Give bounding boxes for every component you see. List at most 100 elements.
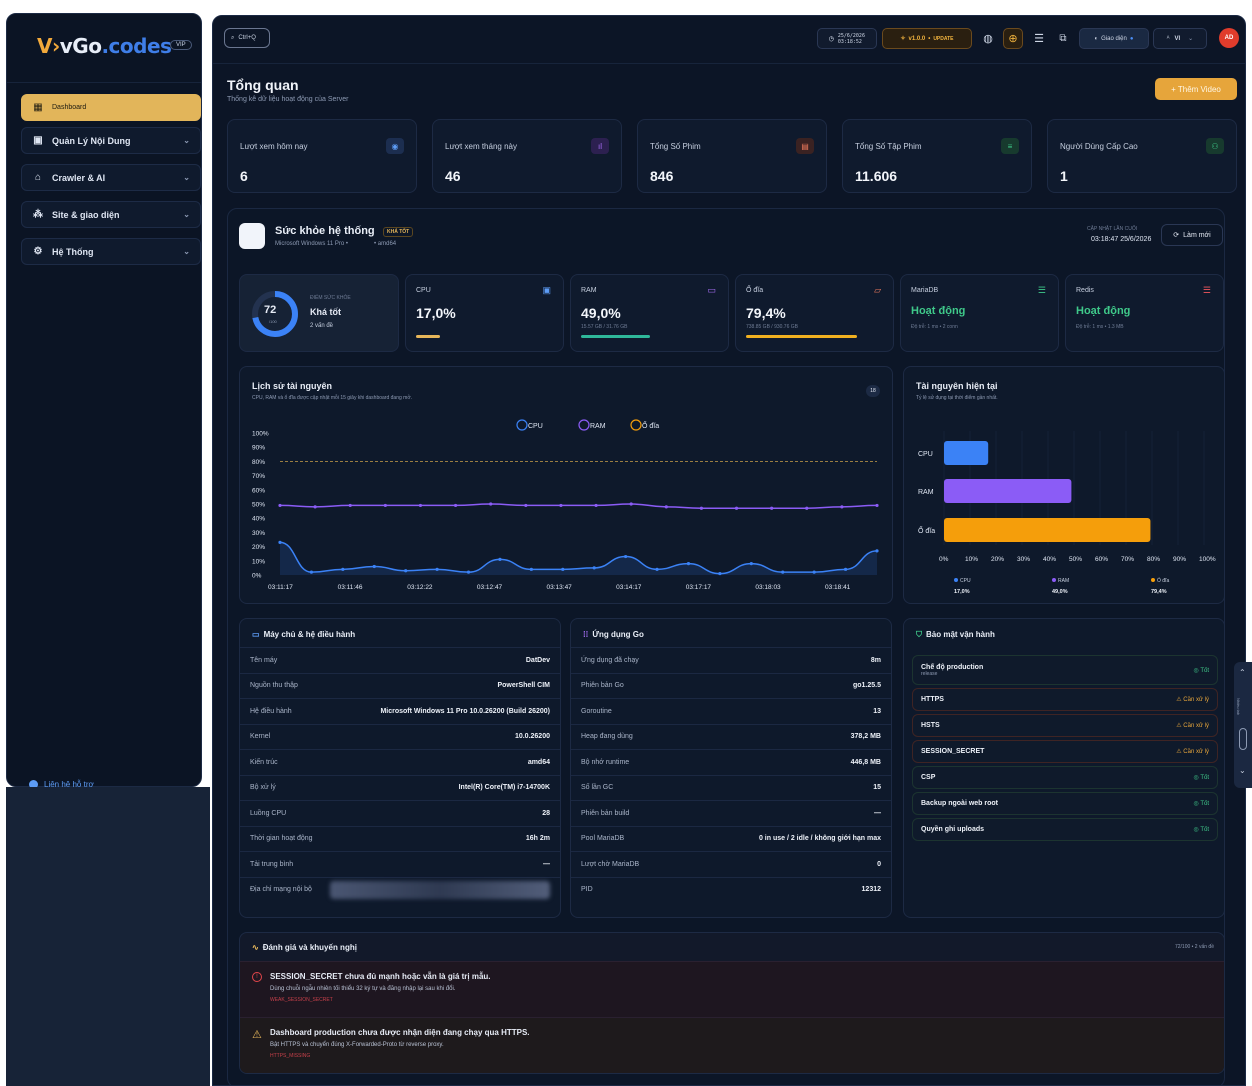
- security-item: CSP ◎ Tốt: [912, 766, 1218, 789]
- x-tick-label: 03:17:17: [686, 584, 712, 591]
- add-circle-icon[interactable]: ⊕: [1003, 28, 1023, 49]
- x-tick-label: 10%: [965, 556, 978, 563]
- row-value: —: [543, 860, 550, 868]
- x-tick-label: 03:14:17: [616, 584, 642, 591]
- y-tick-label: 100%: [252, 431, 269, 438]
- chip-icon: ⁞⁞: [583, 630, 589, 639]
- current-resource-panel: Tài nguyên hiện tại Tỷ lệ sử dụng tại th…: [903, 366, 1225, 604]
- row-key: Heap đang dùng: [581, 733, 633, 740]
- row-value: —: [874, 809, 881, 817]
- robot-icon: ⌂: [34, 172, 42, 183]
- disk-card: Ổ đĩa 79,4% 738.85 GB / 930.76 GB ▱: [735, 274, 894, 352]
- search-button[interactable]: ⌕ Ctrl+Q: [224, 28, 270, 48]
- go-app-row: Goroutine 13: [571, 698, 891, 723]
- chevron-down-icon: ⌄: [183, 210, 190, 219]
- bar-1: [944, 479, 1072, 503]
- warning-status: ⚠ Cần xử lý: [1176, 723, 1209, 729]
- refresh-button[interactable]: ⟳ Làm mới: [1161, 224, 1223, 246]
- warning-status: ⚠ Cần xử lý: [1176, 749, 1209, 755]
- category-label: Ổ đĩa: [918, 526, 935, 535]
- row-value: 28: [542, 809, 550, 817]
- row-key: Nguồn thu thập: [250, 682, 298, 689]
- data-point: [466, 570, 471, 574]
- windows-icon: [239, 223, 265, 249]
- sidebar-item-site[interactable]: ⁂ Site & giao diện ⌄: [21, 201, 201, 228]
- data-point: [629, 502, 633, 506]
- security-item: HSTS ⚠ Cần xử lý: [912, 714, 1218, 737]
- theme-button[interactable]: ◐ Giao diện ●: [1079, 28, 1149, 49]
- data-point: [561, 567, 565, 571]
- data-point: [843, 567, 848, 571]
- history-chart: CPU RAM Ổ đĩa 0% 10% 20% 30% 40% 50% 60% 70% 80% 90%…: [252, 419, 879, 591]
- data-point: [781, 570, 785, 574]
- data-point: [341, 567, 345, 571]
- side-scroll-widget[interactable]: ⌃ Nhiều tab ⌄: [1234, 662, 1252, 788]
- row-value: 446,8 MB: [850, 758, 881, 766]
- go-app-panel: ⁞⁞ Ứng dụng Go Ứng dụng đã chạy 8m Phiên bả…: [570, 618, 892, 918]
- data-point: [313, 505, 317, 509]
- security-item: Quyền ghi uploads ◎ Tốt: [912, 818, 1218, 841]
- toggle-switch[interactable]: [1239, 728, 1247, 750]
- sidebar-item-crawler[interactable]: ⌂ Crawler & AI ⌄: [21, 164, 201, 191]
- add-video-button[interactable]: + Thêm Video: [1155, 78, 1237, 100]
- ram-card: RAM 49,0% 15.57 GB / 31.76 GB ▭: [570, 274, 729, 352]
- data-point: [498, 557, 502, 561]
- film-icon: ▣: [33, 135, 43, 146]
- chevron-up-icon[interactable]: ⌃: [1239, 668, 1246, 677]
- clapper-icon: ▤: [796, 138, 814, 154]
- database-icon[interactable]: ☰: [1030, 28, 1048, 49]
- security-item: Backup ngoài web root ◎ Tốt: [912, 792, 1218, 815]
- security-title: ⛉ Bảo mật vận hành: [916, 630, 995, 639]
- recommendation-title: ∿ Đánh giá và khuyến nghị: [252, 943, 357, 952]
- refresh-icon: ⟳: [1173, 232, 1180, 239]
- sidebar-item-dashboard[interactable]: ▦ Dashboard: [21, 94, 201, 121]
- ram-usage-bar: [581, 335, 650, 338]
- x-tick-label: 90%: [1173, 556, 1186, 563]
- row-key: Tên máy: [250, 656, 278, 664]
- page-subtitle: Thống kê dữ liệu hoạt động của Server: [227, 96, 349, 103]
- external-link-icon[interactable]: ⧉: [1054, 28, 1072, 49]
- cpu-card: CPU 17,0% ▣: [405, 274, 564, 352]
- row-value: amd64: [527, 758, 550, 766]
- data-point: [348, 503, 352, 508]
- security-item: Chế độ production release ◎ Tốt: [912, 655, 1218, 685]
- row-value: 12312: [861, 886, 881, 893]
- data-point: [624, 554, 628, 559]
- data-point: [734, 506, 739, 510]
- server-info-row: Bộ xử lý Intel(R) Core(TM) i7-14700K: [240, 774, 560, 800]
- data-point: [594, 503, 598, 508]
- sidebar: V›vGo.codes VIP ▦ Dashboard ▣ Quản Lý Nội …: [6, 13, 202, 789]
- page-title: Tổng quan: [227, 77, 299, 93]
- x-tick-label: 03:12:47: [477, 584, 503, 591]
- row-key: Kernel: [250, 733, 271, 740]
- gear-icon: ⚙: [33, 246, 43, 257]
- data-point: [875, 503, 879, 508]
- avatar[interactable]: AD: [1219, 28, 1239, 48]
- data-point: [718, 571, 722, 576]
- eye-icon: ◉: [386, 138, 404, 154]
- main-content: ⌕ Ctrl+Q ◷ 25/6/2026 03:18:52 ✧ v1.0.0 • UPDAT…: [212, 15, 1246, 1086]
- server-info-row: Địa chỉ mạng nội bộ: [240, 876, 560, 902]
- row-value: 13: [873, 707, 881, 715]
- version-update-button[interactable]: ✧ v1.0.0 • UPDATE: [882, 28, 972, 49]
- row-key: Thời gian hoạt động: [250, 835, 313, 842]
- y-tick-label: 0%: [252, 573, 262, 580]
- sidebar-item-system[interactable]: ⚙ Hệ Thống ⌄: [21, 238, 201, 265]
- brand-logo[interactable]: V›vGo.codes: [37, 34, 172, 58]
- cpu-area: [280, 542, 877, 575]
- row-key: Luồng CPU: [250, 809, 287, 817]
- legend-value: 79,4%: [1151, 589, 1167, 595]
- row-value: [330, 880, 550, 899]
- legend-marker: [516, 419, 528, 431]
- multi-tab-label: Nhiều tab: [1236, 698, 1241, 716]
- globe-icon[interactable]: ◍: [979, 28, 997, 49]
- row-key: Hệ điều hành: [250, 707, 292, 715]
- data-point: [686, 562, 691, 566]
- row-value: 378,2 MB: [850, 733, 881, 740]
- language-select[interactable]: ᴬ VI ⌄: [1153, 28, 1207, 49]
- row-value: 0: [877, 860, 881, 868]
- x-tick-label: 70%: [1121, 556, 1134, 563]
- clock-display: ◷ 25/6/2026 03:18:52: [817, 28, 877, 49]
- chevron-down-icon[interactable]: ⌄: [1239, 766, 1246, 775]
- sidebar-item-content[interactable]: ▣ Quản Lý Nội Dung ⌄: [21, 127, 201, 154]
